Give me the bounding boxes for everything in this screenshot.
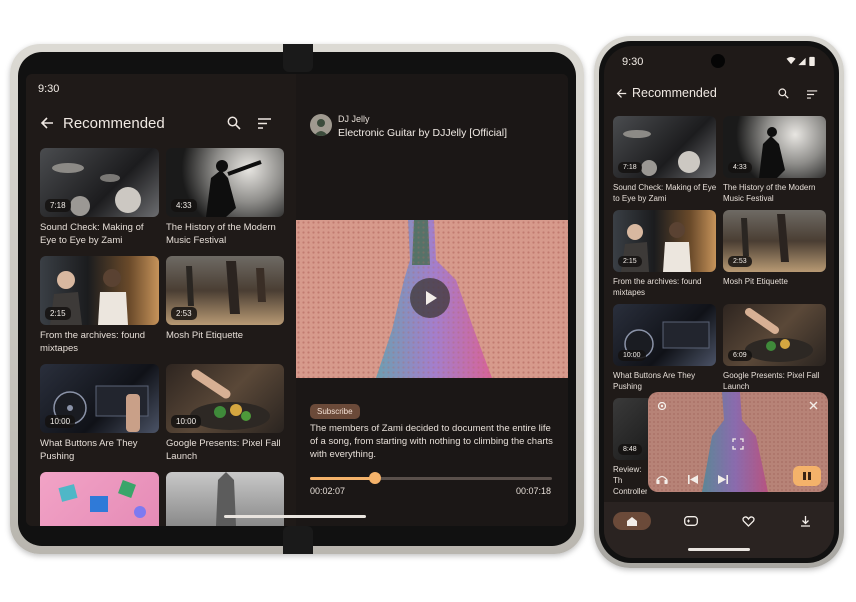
video-title[interactable]: From the archives: found mixtapes xyxy=(613,276,719,298)
duration-badge: 10:00 xyxy=(45,415,76,428)
video-title[interactable]: The History of the Modern Music Festival xyxy=(166,222,286,247)
video-thumbnail[interactable]: 7:18 xyxy=(613,116,716,178)
duration-badge: 4:33 xyxy=(728,162,752,173)
video-title[interactable]: Sound Check: Making of Eye to Eye by Zam… xyxy=(40,222,162,247)
progress-thumb[interactable] xyxy=(369,472,382,484)
bottom-navigation xyxy=(604,502,834,558)
video-title[interactable]: From the archives: found mixtapes xyxy=(40,330,162,355)
fullscreen-icon[interactable] xyxy=(732,438,744,450)
gamepad-icon[interactable] xyxy=(684,516,698,526)
video-thumbnail[interactable]: 6:09 xyxy=(723,304,826,366)
page-title: Recommended xyxy=(63,115,165,132)
video-thumbnail[interactable]: 8:48 xyxy=(613,398,653,460)
phone-screen: 9:30 Recommended 7:18 Sound Check: Makin… xyxy=(604,46,834,558)
video-title[interactable]: Review: Th Controller xyxy=(613,464,647,497)
sort-icon[interactable] xyxy=(807,90,818,99)
video-thumbnail[interactable]: 7:18 xyxy=(40,148,159,217)
video-thumbnail[interactable]: 2:53 xyxy=(166,256,284,325)
status-time: 9:30 xyxy=(622,56,644,68)
video-title[interactable]: Mosh Pit Etiquette xyxy=(723,276,829,287)
sort-icon[interactable] xyxy=(258,118,272,129)
camera-cutout xyxy=(711,54,725,68)
gesture-bar xyxy=(224,515,366,518)
duration-badge: 8:48 xyxy=(618,444,642,455)
skip-previous-icon[interactable] xyxy=(688,475,698,484)
hinge xyxy=(283,526,313,554)
back-arrow-icon[interactable] xyxy=(616,88,627,99)
video-title[interactable]: What Buttons Are They Pushing xyxy=(613,370,719,392)
gesture-bar xyxy=(688,548,750,551)
mini-player[interactable] xyxy=(648,392,828,492)
video-thumbnail[interactable]: 10:00 xyxy=(166,364,284,433)
duration-badge: 2:53 xyxy=(171,307,197,320)
video-detail-pane: DJ Jelly Electronic Guitar by DJJelly [O… xyxy=(296,74,568,526)
duration-badge: 6:09 xyxy=(728,350,752,361)
progress-fill xyxy=(310,477,376,480)
heart-icon[interactable] xyxy=(742,516,755,527)
progress-track[interactable] xyxy=(310,472,552,484)
foldable-screen: 9:30 Recommended 7:18 Sound Check: Makin… xyxy=(26,74,568,526)
status-icons xyxy=(786,56,818,66)
headphones-icon[interactable] xyxy=(656,474,668,485)
subscribe-button[interactable]: Subscribe xyxy=(310,404,360,419)
video-thumbnail[interactable]: 10:00 xyxy=(613,304,716,366)
video-thumbnail[interactable]: 2:15 xyxy=(613,210,716,272)
play-button[interactable] xyxy=(410,278,450,318)
duration-badge: 7:18 xyxy=(45,199,71,212)
duration-badge: 2:53 xyxy=(728,256,752,267)
settings-icon[interactable] xyxy=(656,400,668,412)
video-title[interactable]: Mosh Pit Etiquette xyxy=(166,330,286,343)
elapsed-time: 00:02:07 xyxy=(310,486,346,496)
video-title[interactable]: The History of the Modern Music Festival xyxy=(723,182,829,204)
download-icon[interactable] xyxy=(800,516,811,527)
search-icon[interactable] xyxy=(227,116,241,130)
video-thumbnail[interactable] xyxy=(40,472,159,526)
video-thumbnail[interactable]: 10:00 xyxy=(40,364,159,433)
video-title[interactable]: Google Presents: Pixel Fall Launch xyxy=(723,370,829,392)
video-thumbnail[interactable]: 4:33 xyxy=(166,148,284,217)
hinge xyxy=(283,44,313,72)
video-thumbnail[interactable]: 2:15 xyxy=(40,256,159,325)
status-time: 9:30 xyxy=(38,83,60,95)
duration-badge: 2:15 xyxy=(45,307,71,320)
search-icon[interactable] xyxy=(778,88,789,99)
duration-badge: 10:00 xyxy=(171,415,202,428)
home-icon[interactable] xyxy=(626,516,638,527)
avatar[interactable] xyxy=(310,114,332,136)
video-thumbnail[interactable]: 4:33 xyxy=(723,116,826,178)
video-thumbnail[interactable]: 2:53 xyxy=(723,210,826,272)
video-description: The members of Zami decided to document … xyxy=(310,423,553,460)
video-title[interactable]: Sound Check: Making of Eye to Eye by Zam… xyxy=(613,182,719,204)
video-title[interactable]: Google Presents: Pixel Fall Launch xyxy=(166,438,286,463)
video-title-heading: Electronic Guitar by DJJelly [Official] xyxy=(338,127,508,139)
duration-badge: 2:15 xyxy=(618,256,642,267)
duration-badge: 10:00 xyxy=(618,350,646,361)
video-player[interactable] xyxy=(296,220,568,378)
duration-badge: 4:33 xyxy=(171,199,197,212)
pause-button[interactable] xyxy=(793,466,821,486)
close-icon[interactable] xyxy=(808,400,819,411)
page-title: Recommended xyxy=(632,86,717,100)
back-arrow-icon[interactable] xyxy=(40,116,54,130)
channel-name: DJ Jelly xyxy=(338,114,370,124)
duration-badge: 7:18 xyxy=(618,162,642,173)
skip-next-icon[interactable] xyxy=(718,475,728,484)
video-title[interactable]: What Buttons Are They Pushing xyxy=(40,438,162,463)
total-time: 00:07:18 xyxy=(516,486,552,496)
